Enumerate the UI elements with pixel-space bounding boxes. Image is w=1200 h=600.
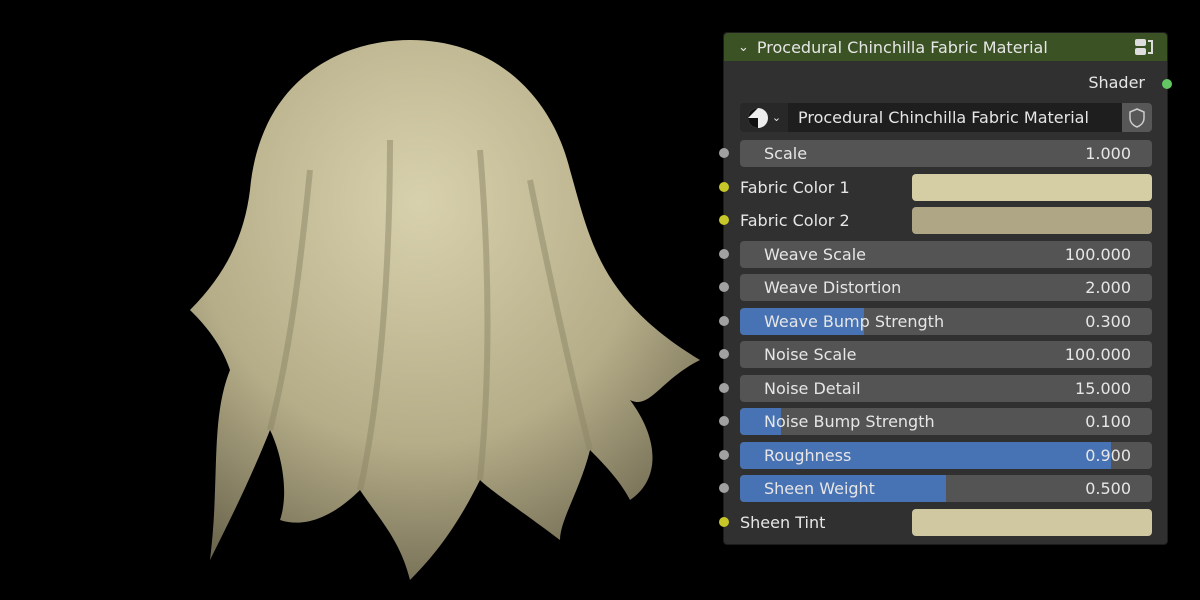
chevron-down-icon: ⌄ [771, 111, 782, 124]
input-socket[interactable] [719, 148, 729, 158]
slider-label: Weave Bump Strength [764, 311, 945, 331]
input-socket[interactable] [719, 282, 729, 292]
scale-slider[interactable]: Scale 1.000 [740, 140, 1152, 167]
input-socket[interactable] [719, 449, 729, 460]
roughness-slider[interactable]: Roughness 0.900 [740, 441, 1152, 469]
material-sphere-icon [747, 107, 768, 128]
slider-label: Weave Scale [764, 244, 866, 264]
input-socket[interactable] [719, 248, 729, 259]
slider-value: 2.000 [1085, 278, 1131, 297]
output-shader-label: Shader [1088, 73, 1145, 92]
slider-value: 0.900 [1085, 445, 1131, 465]
material-browse-button[interactable]: ⌄ [740, 103, 788, 132]
noise-bump-strength-slider[interactable]: Noise Bump Strength 0.100 [740, 408, 1152, 435]
input-socket[interactable] [719, 382, 729, 393]
fabric-preview-render [190, 40, 700, 580]
color-label: Fabric Color 2 [740, 211, 850, 230]
slider-value: 100.000 [1064, 244, 1131, 264]
input-socket[interactable] [719, 349, 729, 359]
input-weave-bump-strength[interactable]: Weave Bump Strength 0.300 [719, 307, 1152, 335]
slider-label: Weave Distortion [764, 278, 902, 297]
input-roughness[interactable]: Roughness 0.900 [719, 441, 1152, 469]
slider-value: 15.000 [1075, 378, 1131, 398]
slider-value: 100.000 [1064, 345, 1131, 364]
slider-label: Scale [764, 144, 808, 163]
input-scale[interactable]: Scale 1.000 [719, 140, 1152, 167]
color-label: Sheen Tint [740, 512, 826, 532]
input-socket[interactable] [719, 416, 729, 426]
input-socket[interactable] [719, 181, 729, 192]
input-noise-bump-strength[interactable]: Noise Bump Strength 0.100 [719, 408, 1152, 435]
input-socket[interactable] [719, 516, 729, 527]
sheen-tint-swatch[interactable] [912, 508, 1152, 536]
slider-value: 0.500 [1085, 479, 1131, 498]
slider-label: Roughness [764, 445, 852, 465]
input-weave-distortion[interactable]: Weave Distortion 2.000 [719, 274, 1152, 301]
collapse-chevron-icon[interactable]: ⌄ [738, 40, 749, 55]
slider-label: Sheen Weight [764, 479, 875, 498]
input-sheen-weight[interactable]: Sheen Weight 0.500 [719, 475, 1152, 502]
node-group-icon[interactable] [1133, 37, 1155, 57]
weave-distortion-slider[interactable]: Weave Distortion 2.000 [740, 274, 1152, 301]
slider-value: 1.000 [1085, 144, 1131, 163]
slider-value: 0.300 [1085, 311, 1131, 331]
input-noise-scale[interactable]: Noise Scale 100.000 [719, 341, 1152, 368]
input-socket[interactable] [719, 215, 729, 225]
color-label: Fabric Color 1 [740, 177, 850, 197]
node-header[interactable]: ⌄ Procedural Chinchilla Fabric Material [724, 33, 1167, 61]
node-title: Procedural Chinchilla Fabric Material [756, 37, 1048, 57]
weave-bump-strength-slider[interactable]: Weave Bump Strength 0.300 [740, 307, 1152, 335]
noise-detail-slider[interactable]: Noise Detail 15.000 [740, 374, 1152, 402]
fake-user-shield-button[interactable] [1122, 103, 1152, 132]
weave-scale-slider[interactable]: Weave Scale 100.000 [740, 240, 1152, 268]
slider-value: 0.100 [1085, 412, 1131, 431]
slider-label: Noise Bump Strength [764, 412, 935, 431]
input-fabric-color-1[interactable]: Fabric Color 1 [719, 173, 1152, 201]
input-sheen-tint[interactable]: Sheen Tint [719, 508, 1152, 536]
slider-label: Noise Detail [764, 378, 861, 398]
fabric-color-1-swatch[interactable] [912, 173, 1152, 201]
sheen-weight-slider[interactable]: Sheen Weight 0.500 [740, 475, 1152, 502]
input-socket[interactable] [719, 483, 729, 493]
fabric-color-2-swatch[interactable] [912, 207, 1152, 234]
output-shader-socket[interactable] [1162, 79, 1172, 89]
input-fabric-color-2[interactable]: Fabric Color 2 [719, 207, 1152, 234]
material-selector[interactable]: ⌄ Procedural Chinchilla Fabric Material [740, 103, 1152, 132]
node-group-panel[interactable]: ⌄ Procedural Chinchilla Fabric Material … [719, 32, 1172, 545]
input-socket[interactable] [719, 315, 729, 326]
input-noise-detail[interactable]: Noise Detail 15.000 [719, 374, 1152, 402]
slider-label: Noise Scale [764, 345, 857, 364]
input-weave-scale[interactable]: Weave Scale 100.000 [719, 240, 1152, 268]
noise-scale-slider[interactable]: Noise Scale 100.000 [740, 341, 1152, 368]
shield-icon [1129, 107, 1145, 128]
material-name-field[interactable]: Procedural Chinchilla Fabric Material [788, 103, 1122, 132]
